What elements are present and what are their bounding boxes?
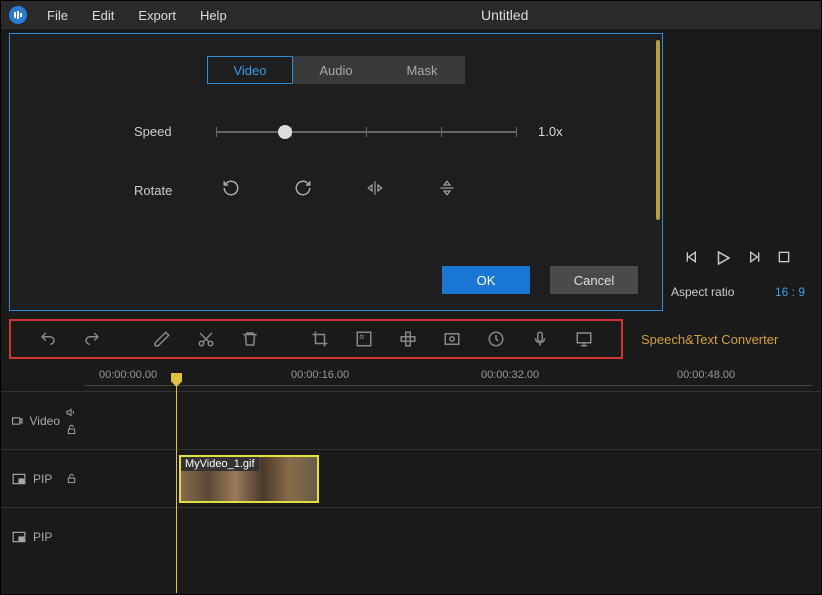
duration-icon[interactable] (487, 330, 505, 348)
timecode: 00:00:16.00 (291, 369, 349, 381)
flip-horizontal-icon[interactable] (366, 179, 384, 202)
rotate-label: Rotate (134, 183, 204, 198)
properties-panel: Video Audio Mask Speed 1.0x Rotate OK Ca… (9, 33, 663, 311)
menu-help[interactable]: Help (190, 4, 237, 27)
timecode: 00:00:32.00 (481, 369, 539, 381)
record-screen-icon[interactable] (575, 330, 593, 348)
menu-export[interactable]: Export (128, 4, 186, 27)
edit-icon[interactable] (153, 330, 171, 348)
track-pip-2: PIP (1, 507, 821, 565)
flip-vertical-icon[interactable] (438, 179, 456, 202)
crop-icon[interactable] (311, 330, 329, 348)
play-icon[interactable] (714, 249, 732, 267)
track-video: Video (1, 391, 821, 449)
toolbar (9, 319, 623, 359)
speed-value: 1.0x (538, 124, 563, 139)
app-logo (9, 6, 27, 24)
aspect-ratio-value[interactable]: 16 : 9 (775, 285, 805, 299)
zoom-icon[interactable] (443, 330, 461, 348)
mute-icon[interactable] (66, 407, 77, 418)
speed-slider[interactable] (216, 131, 516, 133)
next-frame-icon[interactable] (746, 249, 762, 265)
aspect-ratio-label: Aspect ratio (671, 285, 734, 299)
speed-slider-thumb[interactable] (278, 125, 292, 139)
tab-audio[interactable]: Audio (293, 56, 379, 84)
lock-icon[interactable] (66, 424, 77, 435)
lock-icon[interactable] (66, 473, 77, 484)
clip-filename: MyVideo_1.gif (181, 457, 259, 471)
menu-edit[interactable]: Edit (82, 4, 124, 27)
stop-icon[interactable] (776, 249, 792, 265)
pip-track-icon (11, 472, 27, 486)
timeline-ruler[interactable]: 00:00:00.00 00:00:16.00 00:00:32.00 00:0… (1, 367, 821, 391)
rotate-cw-icon[interactable] (294, 179, 312, 202)
track-label: PIP (33, 530, 52, 544)
speech-text-converter[interactable]: Speech&Text Converter (641, 332, 778, 347)
delete-icon[interactable] (241, 330, 259, 348)
track-pip-1: PIP MyVideo_1.gif (1, 449, 821, 507)
tab-video[interactable]: Video (207, 56, 293, 84)
grid-icon[interactable] (399, 330, 417, 348)
clip[interactable]: MyVideo_1.gif (179, 455, 319, 503)
video-track-icon (11, 414, 24, 428)
redo-icon[interactable] (83, 330, 101, 348)
timecode: 00:00:48.00 (677, 369, 735, 381)
cut-icon[interactable] (197, 330, 215, 348)
rotate-ccw-icon[interactable] (222, 179, 240, 202)
pip-track-icon (11, 530, 27, 544)
prev-frame-icon[interactable] (684, 249, 700, 265)
undo-icon[interactable] (39, 330, 57, 348)
preview-controls: Aspect ratio 16 : 9 (663, 29, 813, 311)
track-label: Video (30, 414, 60, 428)
voiceover-icon[interactable] (531, 330, 549, 348)
speed-label: Speed (134, 124, 204, 139)
ok-button[interactable]: OK (442, 266, 530, 294)
tab-mask[interactable]: Mask (379, 56, 465, 84)
menubar: File Edit Export Help Untitled (1, 1, 821, 29)
timecode: 00:00:00.00 (99, 369, 157, 381)
window-title: Untitled (481, 7, 528, 23)
playhead[interactable] (176, 373, 177, 593)
menu-file[interactable]: File (37, 4, 78, 27)
cancel-button[interactable]: Cancel (550, 266, 638, 294)
track-label: PIP (33, 472, 52, 486)
mosaic-icon[interactable] (355, 330, 373, 348)
